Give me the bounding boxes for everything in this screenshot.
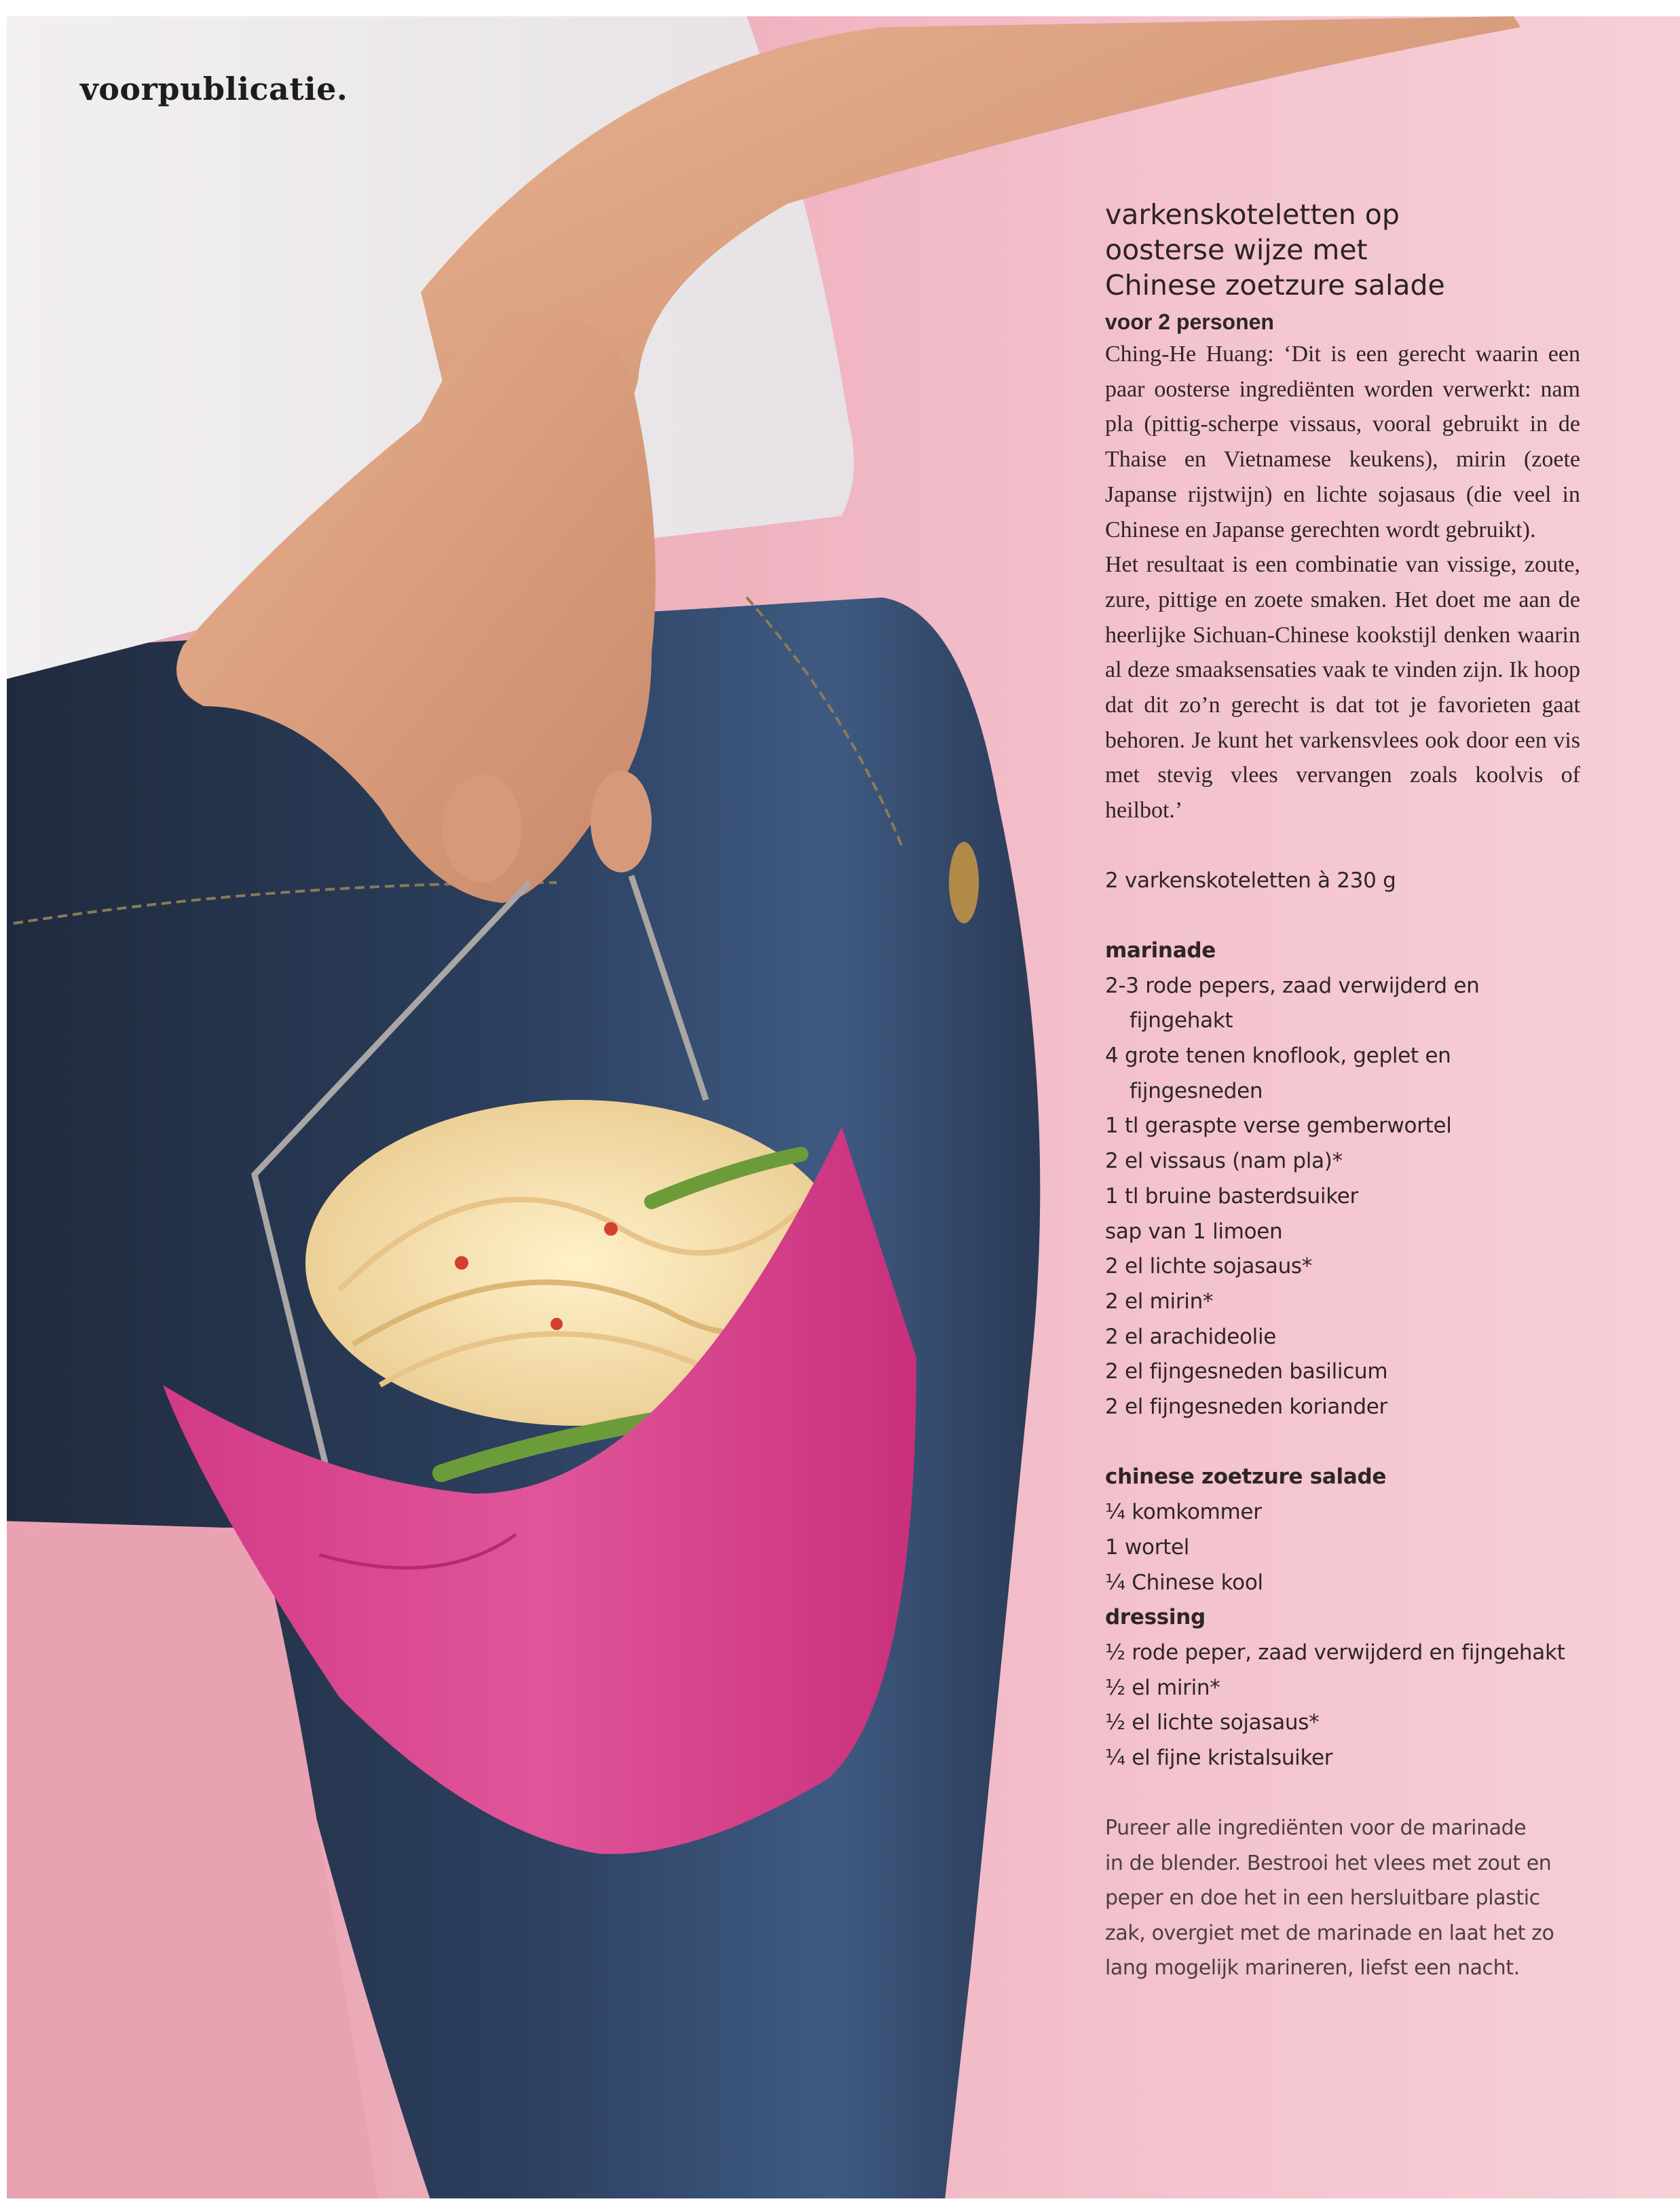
ingredient-item: 4 grote tenen knoflook, geplet en — [1105, 1044, 1451, 1069]
main-ingredient: 2 varkenskoteletten à 230 g — [1105, 868, 1396, 893]
ingredient-item: ¼ el fijne kristalsuiker — [1105, 1746, 1333, 1771]
method-text: Pureer alle ingrediënten voor de marinad… — [1105, 1811, 1580, 1986]
ingredient-item: 2 el vissaus (nam pla)* — [1105, 1149, 1343, 1174]
method-line: in de blender. Bestrooi het vlees met zo… — [1105, 1851, 1552, 1875]
intro-paragraph: Het resultaat is een combinatie van viss… — [1105, 552, 1580, 824]
ingredient-item: 1 tl geraspte verse gemberwortel — [1105, 1113, 1452, 1139]
intro-paragraph: Ching-He Huang: ‘Dit is een gerecht waar… — [1105, 342, 1580, 542]
marinade-section: marinade 2-3 rode pepers, zaad verwijder… — [1105, 934, 1580, 1425]
magazine-brand: voorpublicatie. — [80, 71, 348, 107]
title-line: varkenskoteletten op — [1105, 198, 1400, 231]
ingredient-item: 2 el fijngesneden basilicum — [1105, 1359, 1388, 1384]
method-line: Pureer alle ingrediënten voor de marinad… — [1105, 1816, 1527, 1841]
method-line: lang mogelijk marineren, liefst een nach… — [1105, 1956, 1520, 1980]
ingredient-item: ½ el mirin* — [1105, 1675, 1220, 1700]
ingredient-item: ¼ komkommer — [1105, 1500, 1262, 1525]
title-line: oosterse wijze met — [1105, 234, 1368, 266]
page-edge-left — [0, 0, 7, 2212]
ingredient-item: ½ rode peper, zaad verwijderd en fijngeh… — [1105, 1640, 1565, 1665]
title-line: Chinese zoetzure salade — [1105, 269, 1445, 301]
servings: voor 2 personen — [1105, 310, 1274, 334]
ingredient-item: ¼ Chinese kool — [1105, 1570, 1263, 1595]
method-line: peper en doe het in een hersluitbare pla… — [1105, 1886, 1540, 1911]
recipe-title: varkenskoteletten op oosterse wijze met … — [1105, 197, 1580, 303]
ingredient-item: ½ el lichte sojasaus* — [1105, 1710, 1320, 1735]
magazine-page: voorpublicatie. varkenskoteletten op oos… — [0, 0, 1680, 2212]
ingredient-item: 2 el fijngesneden koriander — [1105, 1395, 1387, 1420]
ingredient-item: 2 el lichte sojasaus* — [1105, 1254, 1312, 1279]
salad-heading: chinese zoetzure salade — [1105, 1464, 1387, 1490]
marinade-heading: marinade — [1105, 938, 1216, 963]
intro-quote: Ching-He Huang: ‘Dit is een gerecht waar… — [1105, 337, 1580, 828]
method-line: zak, overgiet met de marinade en laat he… — [1105, 1921, 1554, 1945]
dressing-heading: dressing — [1105, 1605, 1206, 1630]
ingredient-item: 2 el mirin* — [1105, 1289, 1214, 1314]
page-edge-bottom — [0, 2198, 1680, 2212]
salad-section: chinese zoetzure salade ¼ komkommer 1 wo… — [1105, 1460, 1580, 1775]
ingredient-item-continued: fijngesneden — [1130, 1078, 1263, 1103]
ingredient-item: 1 wortel — [1105, 1534, 1190, 1560]
page-edge-top — [0, 0, 1680, 16]
ingredient-item: 1 tl bruine basterdsuiker — [1105, 1183, 1358, 1209]
ingredient-item: 2-3 rode pepers, zaad verwijderd en — [1105, 973, 1480, 998]
ingredient-item: sap van 1 limoen — [1105, 1219, 1283, 1244]
ingredient-item: 2 el arachideolie — [1105, 1324, 1277, 1349]
recipe-column: varkenskoteletten op oosterse wijze met … — [1105, 197, 1580, 1986]
ingredient-item-continued: fijngehakt — [1130, 1008, 1233, 1033]
